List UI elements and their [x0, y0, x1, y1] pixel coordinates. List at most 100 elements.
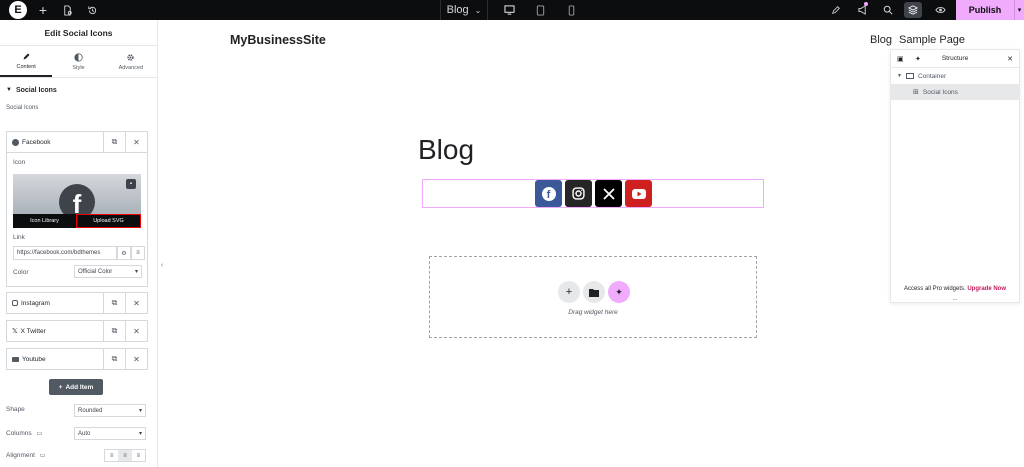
tablet-view-button[interactable]: [529, 0, 551, 20]
half-circle-icon: [74, 52, 83, 62]
duplicate-button[interactable]: ⧉: [103, 320, 125, 342]
history-button[interactable]: [83, 0, 101, 20]
notifications-button[interactable]: [852, 0, 872, 20]
copy-icon: ⧉: [111, 326, 118, 335]
tab-style[interactable]: Style: [52, 46, 104, 77]
youtube-icon: [12, 356, 19, 362]
dynamic-tags-button[interactable]: ≡: [131, 246, 145, 260]
link-options-button[interactable]: ⚙: [117, 246, 131, 260]
publish-options-button[interactable]: ▾: [1014, 0, 1024, 20]
page-settings-button[interactable]: [58, 0, 76, 20]
section-social-icons[interactable]: ▼ Social Icons: [0, 78, 157, 102]
duplicate-button[interactable]: ⧉: [103, 292, 125, 314]
elementor-menu-button[interactable]: E: [8, 0, 28, 20]
empty-container-dropzone[interactable]: + ✦ Drag widget here: [429, 256, 757, 338]
facebook-icon: [12, 138, 19, 146]
section-title: Social Icons: [15, 86, 57, 94]
tab-advanced-label: Advanced: [118, 64, 144, 71]
panel-tabs: Content Style Advanced: [0, 46, 157, 78]
icon-library-button[interactable]: Icon Library: [13, 214, 76, 228]
structure-panel: ▣ ✦ Structure ✕ ▼ Container ⊞ Social Ico…: [890, 49, 1020, 303]
folder-icon: [589, 288, 599, 297]
facebook-icon: f: [541, 186, 556, 201]
color-select[interactable]: Official Color: [74, 265, 142, 278]
site-settings-button[interactable]: [826, 0, 846, 20]
repeater-item-facebook[interactable]: Facebook ⧉ ✕: [6, 131, 148, 153]
site-title[interactable]: MyBusinessSite: [230, 33, 326, 47]
nav-link-sample-page[interactable]: Sample Page: [899, 34, 965, 46]
nav-link-blog[interactable]: Blog: [870, 34, 892, 46]
close-icon[interactable]: ✕: [1007, 55, 1013, 63]
duplicate-button[interactable]: ⧉: [103, 131, 125, 153]
desktop-view-button[interactable]: [498, 0, 520, 20]
search-button[interactable]: [878, 0, 898, 20]
repeater-item-instagram[interactable]: Instagram ⧉ ✕: [6, 292, 148, 314]
collapse-panel-handle[interactable]: ‹: [158, 255, 166, 275]
desktop-icon: ▭: [36, 431, 43, 437]
history-icon: [87, 5, 96, 14]
ai-button[interactable]: ✦: [608, 281, 630, 303]
upgrade-now-link[interactable]: Upgrade Now: [967, 286, 1006, 292]
item-label: Facebook: [22, 138, 51, 146]
youtube-icon: [631, 188, 646, 199]
ai-sparkle-icon[interactable]: ✦: [915, 55, 921, 63]
columns-select[interactable]: Auto: [74, 427, 146, 440]
instagram-icon: [12, 300, 18, 306]
publish-label: Publish: [968, 5, 1002, 15]
upload-svg-button[interactable]: Upload SVG: [76, 214, 141, 228]
align-left-icon[interactable]: ≡: [105, 450, 118, 461]
link-input[interactable]: https://facebook.com/bdthemes: [13, 246, 117, 260]
social-icons-widget[interactable]: [422, 179, 764, 208]
caret-down-icon: ▼: [6, 87, 12, 93]
chevron-down-icon: ⌄: [474, 5, 482, 15]
facebook-social-button[interactable]: f: [535, 180, 562, 207]
structure-item-social-icons[interactable]: ⊞ Social Icons: [891, 84, 1019, 100]
item-label: Youtube: [22, 355, 46, 363]
shape-label: Shape: [6, 406, 25, 413]
mobile-icon: [568, 4, 574, 16]
page-selector[interactable]: Blog ⌄: [440, 0, 488, 20]
remove-button[interactable]: ✕: [125, 292, 147, 314]
tablet-icon: [536, 4, 544, 16]
search-icon: [883, 5, 893, 15]
tab-content-label: Content: [16, 63, 36, 70]
add-widget-button[interactable]: +: [558, 281, 580, 303]
eye-icon: [934, 7, 946, 13]
copy-icon: ⧉: [111, 354, 118, 363]
youtube-social-button[interactable]: [625, 180, 652, 207]
structure-dots: ...: [952, 296, 958, 302]
duplicate-button[interactable]: ⧉: [103, 348, 125, 370]
align-right-icon[interactable]: ≡: [132, 450, 145, 461]
structure-item-label: Container: [917, 72, 947, 80]
notification-dot: [864, 2, 868, 6]
icon-label: Icon: [13, 159, 26, 166]
plus-icon: +: [565, 286, 573, 298]
tab-content[interactable]: Content: [0, 46, 53, 77]
structure-item-container[interactable]: ▼ Container: [891, 68, 1019, 84]
preview-button[interactable]: [930, 0, 950, 20]
add-item-button[interactable]: + Add Item: [49, 379, 103, 395]
alignment-control: ≡ ≡ ≡: [104, 449, 146, 462]
mobile-view-button[interactable]: [560, 0, 582, 20]
repeater-item-youtube[interactable]: Youtube ⧉ ✕: [6, 348, 148, 370]
shape-select[interactable]: Rounded: [74, 404, 146, 417]
megaphone-icon: [857, 5, 866, 15]
icon-preview[interactable]: f ▪ Icon Library Upload SVG: [13, 174, 141, 228]
repeater-item-x-twitter[interactable]: 𝕏 X Twitter ⧉ ✕: [6, 320, 148, 342]
page-heading[interactable]: Blog: [418, 134, 474, 166]
remove-button[interactable]: ✕: [125, 131, 147, 153]
structure-title: Structure: [941, 55, 969, 62]
remove-button[interactable]: ✕: [125, 320, 147, 342]
tab-advanced[interactable]: Advanced: [105, 46, 157, 77]
trash-icon[interactable]: ▪: [126, 179, 136, 189]
x-twitter-social-button[interactable]: [595, 180, 622, 207]
instagram-social-button[interactable]: [565, 180, 592, 207]
add-element-button[interactable]: +: [34, 0, 52, 20]
dock-icon[interactable]: ▣: [897, 55, 904, 63]
align-center-icon[interactable]: ≡: [118, 450, 132, 461]
structure-button[interactable]: [904, 2, 922, 18]
desktop-icon: [504, 5, 514, 15]
top-bar: E + Blog ⌄ Publish ▾: [0, 0, 1024, 20]
template-library-button[interactable]: [583, 281, 605, 303]
remove-button[interactable]: ✕: [125, 348, 147, 370]
